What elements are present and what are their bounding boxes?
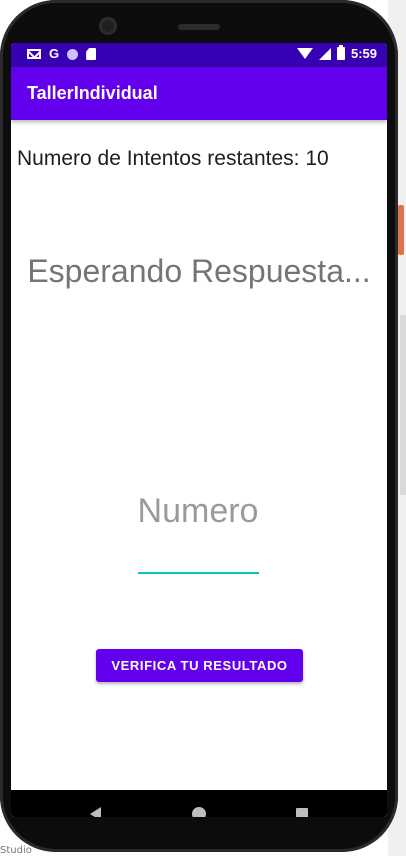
earpiece-speaker <box>178 24 220 30</box>
google-icon: G <box>49 46 60 61</box>
wifi-icon <box>296 48 313 59</box>
sd-card-icon <box>86 48 97 60</box>
device-screen: G 5:59 TallerIndividual Numero de Intent… <box>11 43 387 817</box>
desktop-accent-mark <box>398 205 404 255</box>
number-input-underline <box>138 572 259 574</box>
recent-apps-icon[interactable] <box>296 808 308 817</box>
number-input[interactable] <box>137 448 259 574</box>
back-icon[interactable] <box>90 807 101 817</box>
verify-result-button[interactable]: VERIFICA TU RESULTADO <box>96 649 303 682</box>
phone-frame: G 5:59 TallerIndividual Numero de Intent… <box>0 0 398 852</box>
gmail-icon <box>27 49 41 59</box>
app-bar: TallerIndividual <box>11 67 387 120</box>
battery-icon <box>336 45 345 60</box>
status-left-icons: G <box>27 46 97 61</box>
desktop-scrollbar <box>400 315 406 495</box>
home-icon[interactable] <box>192 807 206 817</box>
front-camera <box>99 17 117 35</box>
response-status-text: Esperando Respuesta... <box>27 253 371 289</box>
desktop-studio-label: Studio <box>0 845 32 856</box>
attempts-remaining-text: Numero de Intentos restantes: 10 <box>17 147 329 170</box>
navigation-bar <box>11 790 387 817</box>
signal-icon <box>318 47 331 60</box>
status-time: 5:59 <box>350 46 377 61</box>
status-right-icons: 5:59 <box>296 45 377 61</box>
circle-app-icon <box>67 48 79 60</box>
app-title: TallerIndividual <box>27 83 158 103</box>
status-bar: G 5:59 <box>11 43 387 67</box>
